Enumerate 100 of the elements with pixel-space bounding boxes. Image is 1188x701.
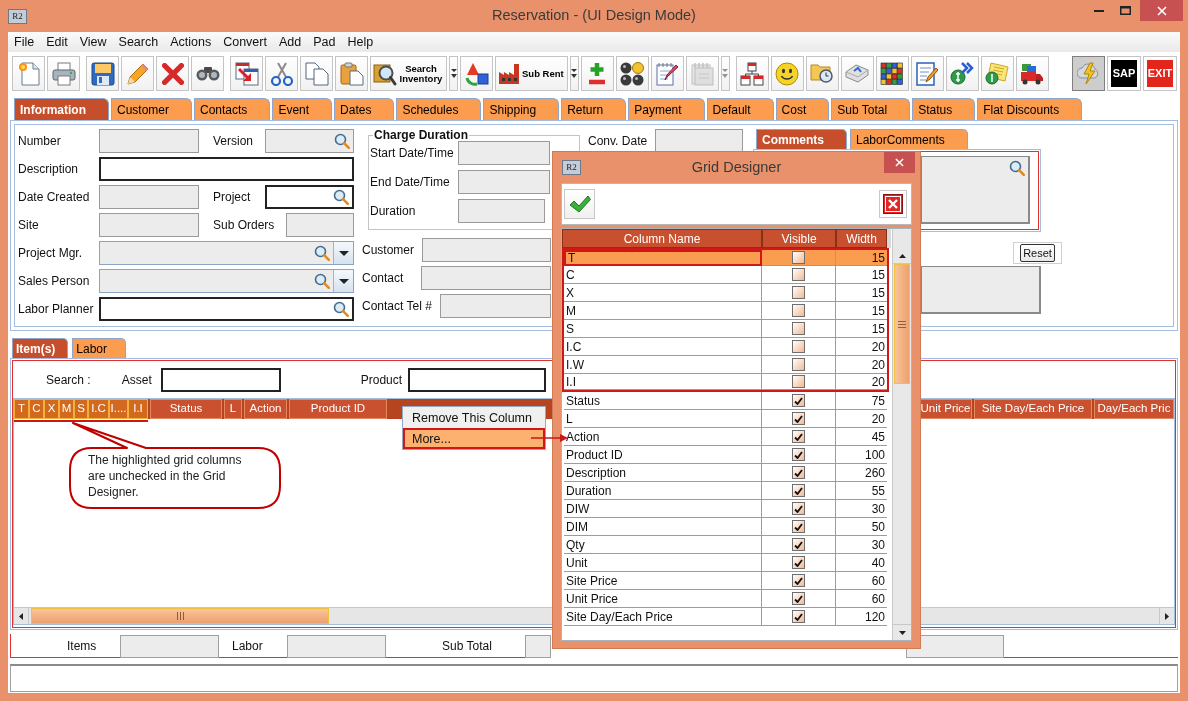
toolbar-button[interactable]: [945, 56, 979, 91]
checkbox[interactable]: [792, 286, 805, 299]
table-row[interactable]: Action 45: [562, 428, 889, 446]
toolbar-button[interactable]: [770, 56, 804, 91]
menu-item[interactable]: Help: [341, 32, 380, 52]
lookup-field[interactable]: [265, 185, 354, 209]
readonly-field[interactable]: [422, 238, 551, 262]
table-row[interactable]: I.W 20: [562, 356, 889, 374]
table-row[interactable]: Duration 55: [562, 482, 889, 500]
table-row[interactable]: C 15: [562, 266, 889, 284]
column-header[interactable]: I....: [109, 399, 128, 419]
menu-item[interactable]: More...: [403, 428, 545, 449]
dropdown-button[interactable]: [569, 56, 579, 91]
toolbar-button[interactable]: [1015, 56, 1049, 91]
readonly-field[interactable]: [458, 141, 550, 165]
tab[interactable]: Item(s): [12, 338, 69, 358]
readonly-field[interactable]: [286, 213, 354, 237]
table-row[interactable]: DIW 30: [562, 500, 889, 518]
tab[interactable]: Schedules: [396, 98, 482, 120]
menu-item[interactable]: Edit: [40, 32, 74, 52]
scrollbar-thumb[interactable]: [31, 608, 329, 624]
tab[interactable]: Comments: [756, 129, 847, 149]
checkbox[interactable]: [792, 268, 805, 281]
confirm-button[interactable]: [564, 189, 595, 219]
checkbox[interactable]: [792, 394, 805, 407]
tab[interactable]: Contacts: [194, 98, 271, 120]
column-header[interactable]: Unit Price: [919, 399, 972, 419]
checkbox[interactable]: [792, 484, 805, 497]
tab[interactable]: Information: [14, 98, 109, 120]
toolbar-button[interactable]: [875, 56, 909, 91]
table-row[interactable]: X 15: [562, 284, 889, 302]
table-row[interactable]: S 15: [562, 320, 889, 338]
table-row[interactable]: Site Price 60: [562, 572, 889, 590]
readonly-field[interactable]: [458, 170, 550, 194]
dropdown-button[interactable]: [333, 242, 353, 264]
tab[interactable]: Return: [561, 98, 627, 120]
tab[interactable]: Customer: [111, 98, 192, 120]
menu-item[interactable]: Add: [272, 32, 308, 52]
column-header[interactable]: Site Day/Each Price: [974, 399, 1092, 419]
readonly-field[interactable]: [906, 635, 1004, 658]
table-row[interactable]: DIM 50: [562, 518, 889, 536]
checkbox[interactable]: [792, 375, 805, 388]
column-header[interactable]: X: [44, 399, 59, 419]
checkbox[interactable]: [792, 412, 805, 425]
menu-item[interactable]: View: [73, 32, 113, 52]
tab[interactable]: Labor: [72, 338, 127, 358]
column-header[interactable]: Column Name: [562, 229, 762, 248]
close-button[interactable]: [884, 152, 915, 173]
vertical-scrollbar[interactable]: [892, 229, 911, 640]
readonly-field[interactable]: [525, 635, 551, 658]
checkbox[interactable]: [792, 358, 805, 371]
text-area[interactable]: [921, 266, 1041, 314]
readonly-field[interactable]: [287, 635, 386, 658]
checkbox[interactable]: [792, 538, 805, 551]
scrollbar-thumb[interactable]: [894, 264, 910, 384]
tab[interactable]: Sub Total: [831, 98, 911, 120]
column-header[interactable]: Day/Each Pric: [1094, 399, 1174, 419]
table-row[interactable]: I.I 20: [562, 374, 889, 392]
tab[interactable]: Dates: [334, 98, 395, 120]
toolbar-button[interactable]: [191, 56, 224, 91]
tab[interactable]: LaborComments: [850, 129, 968, 149]
column-header[interactable]: M: [59, 399, 74, 419]
table-row[interactable]: Unit Price 60: [562, 590, 889, 608]
toolbar-button[interactable]: Sub Rent: [495, 56, 568, 91]
checkbox[interactable]: [792, 520, 805, 533]
lookup-field[interactable]: [99, 297, 354, 321]
menu-item[interactable]: Pad: [307, 32, 342, 52]
column-header[interactable]: L: [224, 399, 242, 419]
toolbar-button[interactable]: [86, 56, 119, 91]
tab[interactable]: Shipping: [483, 98, 560, 120]
menu-item[interactable]: Actions: [164, 32, 218, 52]
checkbox[interactable]: [792, 574, 805, 587]
table-row[interactable]: Description 260: [562, 464, 889, 482]
checkbox[interactable]: [792, 610, 805, 623]
checkbox[interactable]: [792, 430, 805, 443]
table-row[interactable]: Qty 30: [562, 536, 889, 554]
menu-item[interactable]: File: [8, 32, 41, 52]
table-row[interactable]: Unit 40: [562, 554, 889, 572]
checkbox[interactable]: [792, 556, 805, 569]
toolbar-button[interactable]: [615, 56, 649, 91]
column-header[interactable]: Status: [150, 399, 222, 419]
column-header[interactable]: Product ID: [289, 399, 387, 419]
tab[interactable]: Status: [912, 98, 976, 120]
checkbox[interactable]: [792, 448, 805, 461]
toolbar-button[interactable]: [460, 56, 493, 91]
toolbar-button[interactable]: SAP: [1107, 56, 1141, 91]
lookup-field[interactable]: [265, 129, 354, 153]
table-row[interactable]: I.C 20: [562, 338, 889, 356]
tab[interactable]: Flat Discounts: [977, 98, 1083, 120]
toolbar-button[interactable]: [265, 56, 298, 91]
readonly-field[interactable]: [99, 185, 199, 209]
column-header[interactable]: Visible: [762, 229, 836, 248]
readonly-field[interactable]: [99, 213, 199, 237]
text-field[interactable]: [408, 367, 547, 392]
menu-item[interactable]: Convert: [217, 32, 273, 52]
menu-item[interactable]: Search: [112, 32, 165, 52]
column-header[interactable]: S: [74, 399, 88, 419]
dropdown-button[interactable]: [449, 56, 458, 91]
column-header[interactable]: I.I: [128, 399, 148, 419]
table-row[interactable]: Status 75: [562, 392, 889, 410]
